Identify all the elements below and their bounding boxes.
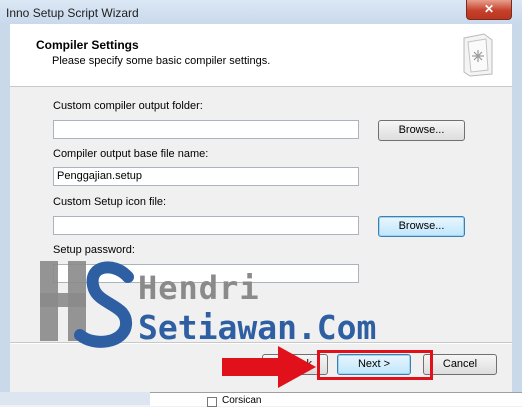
background-item-label: Corsican xyxy=(222,395,262,406)
red-arrow-icon xyxy=(222,346,316,388)
window-frame-left xyxy=(0,24,10,405)
wizard-page-icon xyxy=(463,33,493,77)
window-frame-right xyxy=(512,24,522,405)
icon-file-input[interactable] xyxy=(53,216,359,235)
background-checkbox[interactable] xyxy=(207,397,217,407)
wizard-header: Compiler Settings Please specify some ba… xyxy=(10,24,512,87)
background-window-strip xyxy=(150,392,522,406)
cancel-button[interactable]: Cancel xyxy=(423,354,497,375)
wizard-client-area: Compiler Settings Please specify some ba… xyxy=(10,24,512,392)
icon-file-label: Custom Setup icon file: xyxy=(53,196,167,208)
base-file-name-input[interactable]: Penggajian.setup xyxy=(53,167,359,186)
browse-output-folder-button[interactable]: Browse... xyxy=(378,120,465,141)
browse-icon-file-button[interactable]: Browse... xyxy=(378,216,465,237)
page-subtitle: Please specify some basic compiler setti… xyxy=(52,55,271,67)
password-label: Setup password: xyxy=(53,244,135,256)
password-input[interactable] xyxy=(53,264,359,283)
base-file-name-label: Compiler output base file name: xyxy=(53,148,209,160)
footer-divider-highlight xyxy=(10,343,512,344)
close-icon: ✕ xyxy=(483,2,495,16)
output-folder-input[interactable] xyxy=(53,120,359,139)
next-button-highlight xyxy=(317,350,433,380)
title-bar: Inno Setup Script Wizard ✕ xyxy=(0,0,522,24)
page-title: Compiler Settings xyxy=(36,38,139,52)
window-title: Inno Setup Script Wizard xyxy=(6,6,139,20)
output-folder-label: Custom compiler output folder: xyxy=(53,100,203,112)
close-button[interactable]: ✕ xyxy=(466,0,512,20)
